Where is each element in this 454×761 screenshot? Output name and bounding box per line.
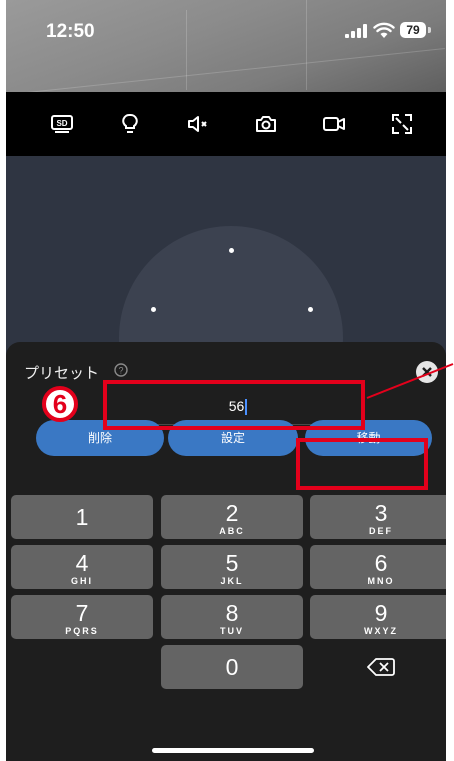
battery-tip: [428, 27, 431, 33]
camera-toolbar: SD: [6, 92, 446, 156]
key-5[interactable]: 5 JKL: [161, 545, 303, 589]
key-number: 1: [75, 504, 89, 530]
wifi-icon: [373, 22, 395, 38]
preset-title: プリセット: [24, 365, 100, 382]
key-6[interactable]: 6 MNO: [310, 545, 446, 589]
sd-card-icon[interactable]: SD: [48, 112, 76, 136]
key-letters: TUV: [220, 626, 244, 636]
backspace-icon: [367, 658, 395, 676]
ceiling-seam: [27, 48, 445, 93]
key-8[interactable]: 8 TUV: [161, 595, 303, 639]
ptz-right-dot: [308, 307, 313, 312]
key-3[interactable]: 3 DEF: [310, 495, 446, 539]
key-7[interactable]: 7 PQRS: [11, 595, 153, 639]
battery-indicator: 79: [400, 22, 426, 38]
key-letters: MNO: [367, 576, 395, 586]
key-9[interactable]: 9 WXYZ: [310, 595, 446, 639]
svg-text:?: ?: [118, 366, 123, 376]
key-number: 7: [75, 600, 89, 626]
backspace-key[interactable]: [310, 645, 446, 689]
light-bulb-icon[interactable]: [116, 112, 144, 136]
key-letters: ABC: [219, 526, 245, 536]
key-number: 9: [374, 600, 388, 626]
ceiling-seam: [306, 0, 307, 90]
annotation-highlight-move: [296, 438, 428, 490]
key-letters: WXYZ: [364, 626, 398, 636]
camera-feed: 12:50 79: [6, 0, 446, 93]
fullscreen-icon[interactable]: [388, 112, 416, 136]
cellular-signal-icon: [345, 24, 367, 38]
key-letters: JKL: [220, 576, 244, 586]
key-letters: PQRS: [65, 626, 99, 636]
key-1[interactable]: 1: [11, 495, 153, 539]
mute-icon[interactable]: [184, 112, 212, 136]
ptz-up-dot: [229, 248, 234, 253]
ceiling-seam: [186, 10, 187, 90]
key-number: 2: [225, 500, 239, 526]
sd-label: SD: [56, 119, 67, 128]
status-time: 12:50: [46, 21, 95, 42]
key-2[interactable]: 2 ABC: [161, 495, 303, 539]
ptz-control-area: [6, 156, 446, 450]
help-icon[interactable]: ?: [114, 363, 128, 377]
key-0[interactable]: 0: [161, 645, 303, 689]
camera-icon[interactable]: [252, 112, 280, 136]
annotation-step-number: 6: [42, 386, 78, 422]
key-number: 4: [75, 550, 89, 576]
annotation-highlight-input: [103, 380, 365, 430]
key-letters: DEF: [369, 526, 393, 536]
key-number: 3: [374, 500, 388, 526]
key-number: 8: [225, 600, 239, 626]
key-number: 0: [225, 654, 239, 680]
annotation-pointer-line: [366, 363, 454, 399]
video-record-icon[interactable]: [320, 112, 348, 136]
ptz-left-dot: [151, 307, 156, 312]
key-4[interactable]: 4 GHI: [11, 545, 153, 589]
key-number: 5: [225, 550, 239, 576]
key-number: 6: [374, 550, 388, 576]
home-indicator: [152, 748, 314, 753]
key-letters: GHI: [70, 576, 93, 586]
